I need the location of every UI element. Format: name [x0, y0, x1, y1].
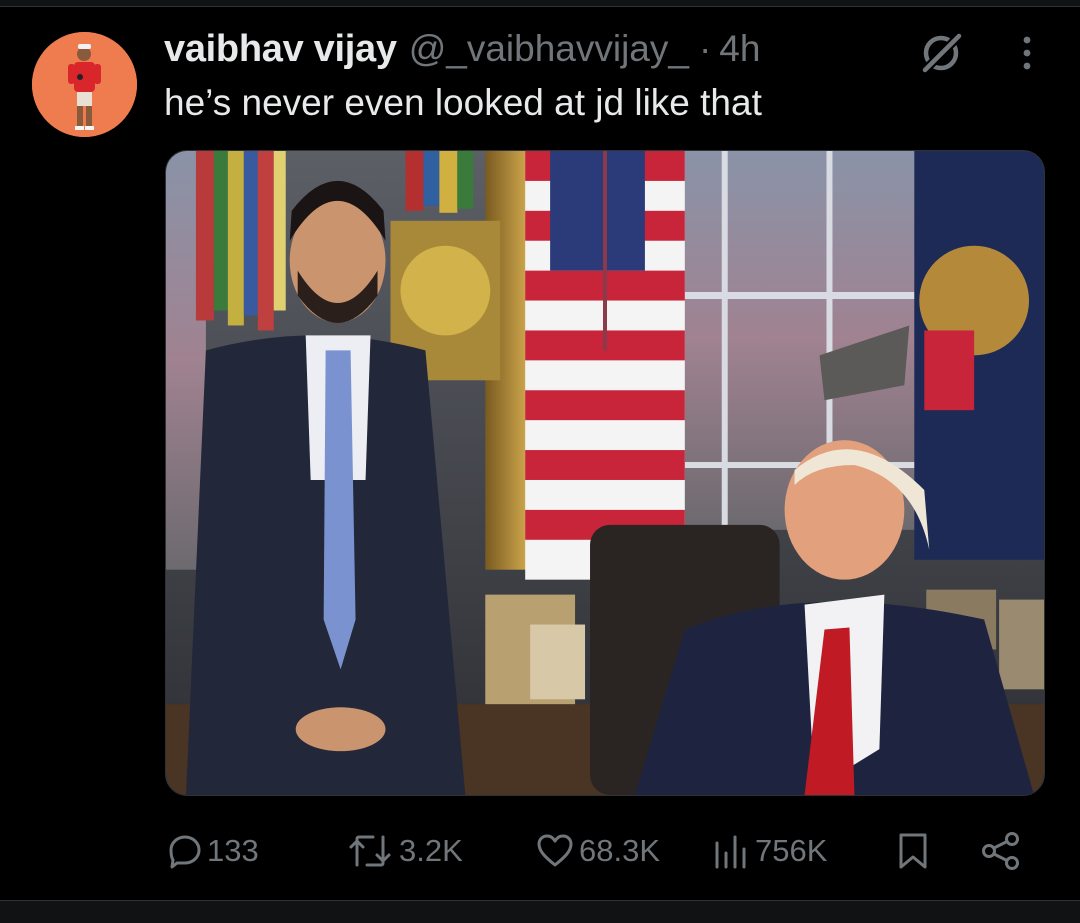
tweet-timestamp[interactable]: 4h [719, 28, 760, 70]
grok-icon[interactable] [916, 28, 966, 78]
views-button[interactable]: 756K [711, 826, 827, 876]
views-icon [715, 835, 746, 869]
avatar[interactable] [32, 32, 137, 137]
tweet-text: he’s never even looked at jd like that [164, 82, 762, 123]
reply-count: 133 [207, 833, 259, 868]
more-options-icon[interactable] [1005, 30, 1049, 76]
share-icon [982, 832, 1019, 870]
like-icon [537, 834, 573, 867]
views-count: 756K [755, 833, 828, 868]
repost-icon [349, 835, 391, 867]
user-handle[interactable]: @_vaibhavvijay_ [409, 28, 689, 70]
repost-button[interactable]: 3.2K [347, 826, 463, 876]
tweet-media-photo[interactable] [165, 150, 1045, 796]
reply-button[interactable]: 133 [167, 826, 259, 876]
reply-icon [169, 835, 201, 869]
top-divider [0, 0, 1080, 7]
repost-count: 3.2K [399, 833, 463, 868]
bottom-divider [0, 900, 1080, 923]
tweet-page: vaibhav vijay @_vaibhavvijay_ · 4h he’s … [0, 0, 1080, 923]
display-name[interactable]: vaibhav vijay [164, 28, 397, 71]
bookmark-button[interactable] [895, 826, 931, 876]
header-separator: · [698, 28, 712, 69]
like-count: 68.3K [579, 833, 661, 868]
share-button[interactable] [980, 826, 1022, 876]
bookmark-icon [899, 833, 927, 869]
avatar-image [32, 32, 137, 137]
tweet-actions: 133 3.2K 68.3K 756K [165, 826, 1045, 876]
like-button[interactable]: 68.3K [535, 826, 660, 876]
tweet-header: vaibhav vijay @_vaibhavvijay_ · 4h [164, 28, 760, 78]
photo-illustration [166, 151, 1044, 795]
